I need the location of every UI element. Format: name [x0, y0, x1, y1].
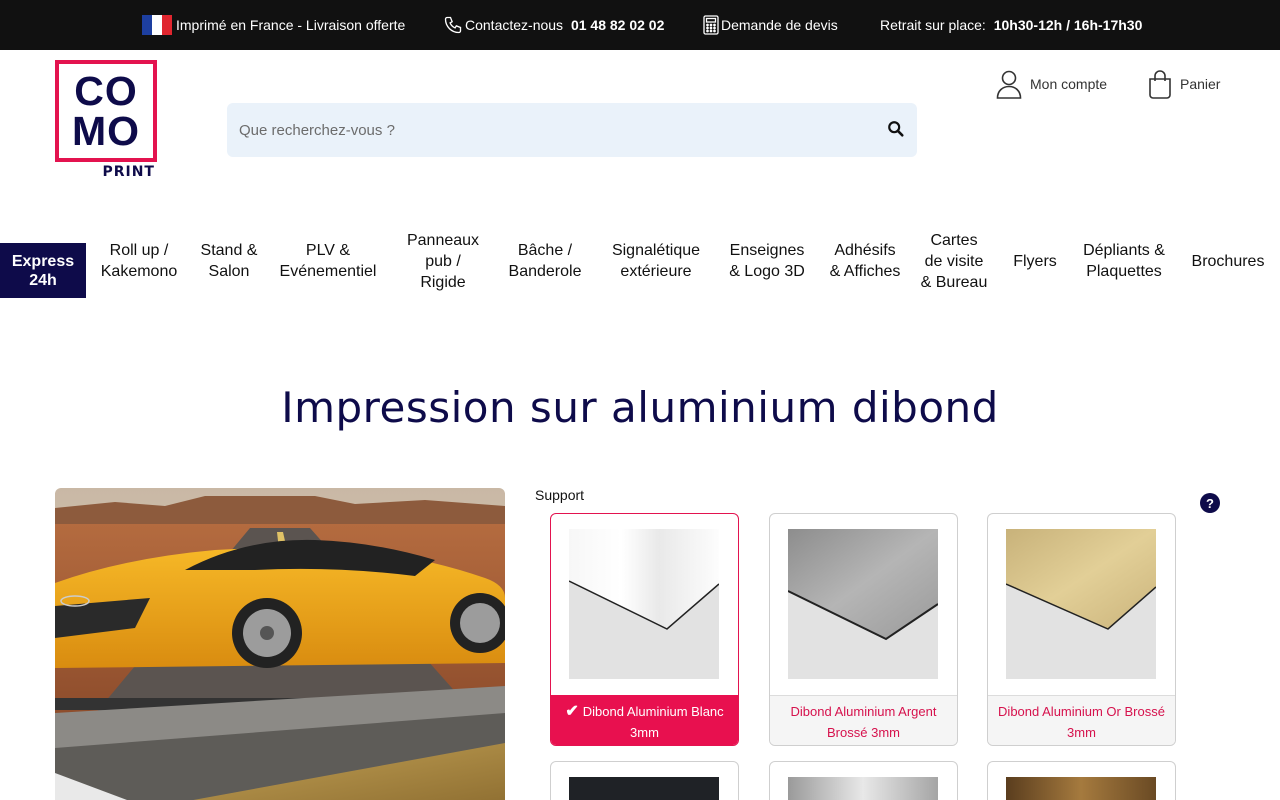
- option-dibond-blanc[interactable]: ✔ Dibond Aluminium Blanc 3mm: [550, 513, 739, 746]
- pickup-label: Retrait sur place:: [880, 17, 986, 33]
- nav-item-depliants[interactable]: Dépliants & Plaquettes: [1082, 218, 1166, 304]
- como-print-logo[interactable]: CO MO PRINT: [55, 60, 157, 182]
- france-flag-icon: [142, 15, 172, 35]
- account-link[interactable]: Mon compte: [996, 68, 1107, 100]
- contact-link[interactable]: Contactez-nous 01 48 82 02 02: [443, 0, 664, 50]
- logo-text-print: PRINT: [102, 164, 155, 180]
- main-navigation: Roll up / Kakemono Stand & Salon PLV & E…: [0, 218, 1280, 304]
- top-info-bar: Imprimé en France - Livraison offerte Co…: [0, 0, 1280, 50]
- mirror-dibond-swatch: [788, 777, 938, 800]
- option-card-bronze[interactable]: [987, 761, 1176, 800]
- search-input[interactable]: [227, 103, 867, 157]
- contact-label: Contactez-nous: [465, 17, 564, 33]
- search-icon[interactable]: [887, 120, 905, 138]
- logo-text-co: CO: [74, 68, 138, 114]
- bronze-dibond-swatch: [1006, 777, 1156, 800]
- white-dibond-swatch: [569, 529, 719, 679]
- phone-icon: [444, 16, 462, 34]
- nav-item-signaletique[interactable]: Signalétique extérieure: [606, 218, 706, 304]
- calculator-icon: [703, 15, 719, 35]
- option-card-dark[interactable]: [550, 761, 739, 800]
- silver-brushed-swatch: [788, 529, 938, 679]
- nav-item-roll-up[interactable]: Roll up / Kakemono: [96, 218, 182, 304]
- quote-request-link[interactable]: Demande de devis: [703, 0, 838, 50]
- cart-label: Panier: [1180, 76, 1221, 92]
- option-caption: Dibond Aluminium Or Brossé 3mm: [988, 695, 1175, 745]
- user-icon: [996, 70, 1022, 99]
- option-card-mirror[interactable]: [769, 761, 958, 800]
- account-label: Mon compte: [1030, 76, 1108, 92]
- nav-item-enseignes[interactable]: Enseignes & Logo 3D: [724, 218, 810, 304]
- option-label-argent: Dibond Aluminium Argent Brossé 3mm: [790, 703, 937, 740]
- help-icon[interactable]: ?: [1200, 493, 1220, 513]
- checkmark-icon: ✔: [565, 702, 579, 720]
- made-in-france-text: Imprimé en France - Livraison offerte: [176, 17, 406, 33]
- nav-item-brochures[interactable]: Brochures: [1184, 218, 1272, 304]
- contact-phone: 01 48 82 02 02: [570, 17, 665, 33]
- logo-text-mo: MO: [71, 108, 141, 154]
- nav-item-adhesifs[interactable]: Adhésifs & Affiches: [828, 218, 902, 304]
- made-in-france-notice: Imprimé en France - Livraison offerte: [142, 0, 405, 50]
- pickup-hours-notice: Retrait sur place: 10h30-12h / 16h-17h30: [880, 0, 1142, 50]
- nav-item-flyers[interactable]: Flyers: [1006, 218, 1064, 304]
- gold-brushed-swatch: [1006, 529, 1156, 679]
- pickup-hours: 10h30-12h / 16h-17h30: [993, 17, 1143, 33]
- dark-dibond-swatch: [569, 777, 719, 800]
- product-image[interactable]: [55, 488, 505, 800]
- option-dibond-or[interactable]: Dibond Aluminium Or Brossé 3mm: [987, 513, 1176, 746]
- yellow-car-on-dibond-illustration: [55, 488, 505, 800]
- quote-request-text: Demande de devis: [721, 17, 838, 33]
- option-caption: ✔ Dibond Aluminium Blanc 3mm: [551, 695, 738, 745]
- nav-item-stand-salon[interactable]: Stand & Salon: [200, 218, 258, 304]
- search-bar: [227, 103, 917, 157]
- option-label-blanc: Dibond Aluminium Blanc 3mm: [582, 703, 724, 740]
- cart-link[interactable]: Panier: [1148, 68, 1220, 100]
- option-dibond-argent[interactable]: Dibond Aluminium Argent Brossé 3mm: [769, 513, 958, 746]
- nav-item-panneaux[interactable]: Panneaux pub / Rigide: [402, 218, 484, 304]
- option-label-or: Dibond Aluminium Or Brossé 3mm: [998, 703, 1165, 740]
- shopping-bag-icon: [1149, 70, 1171, 99]
- support-label: Support: [535, 487, 585, 503]
- option-caption: Dibond Aluminium Argent Brossé 3mm: [770, 695, 957, 745]
- nav-item-cartes-visite[interactable]: Cartes de visite & Bureau: [920, 218, 988, 304]
- nav-item-bache[interactable]: Bâche / Banderole: [502, 218, 588, 304]
- nav-item-plv[interactable]: PLV & Evénementiel: [272, 218, 384, 304]
- page-title: Impression sur aluminium dibond: [281, 383, 999, 432]
- logo-frame: CO MO: [55, 60, 157, 162]
